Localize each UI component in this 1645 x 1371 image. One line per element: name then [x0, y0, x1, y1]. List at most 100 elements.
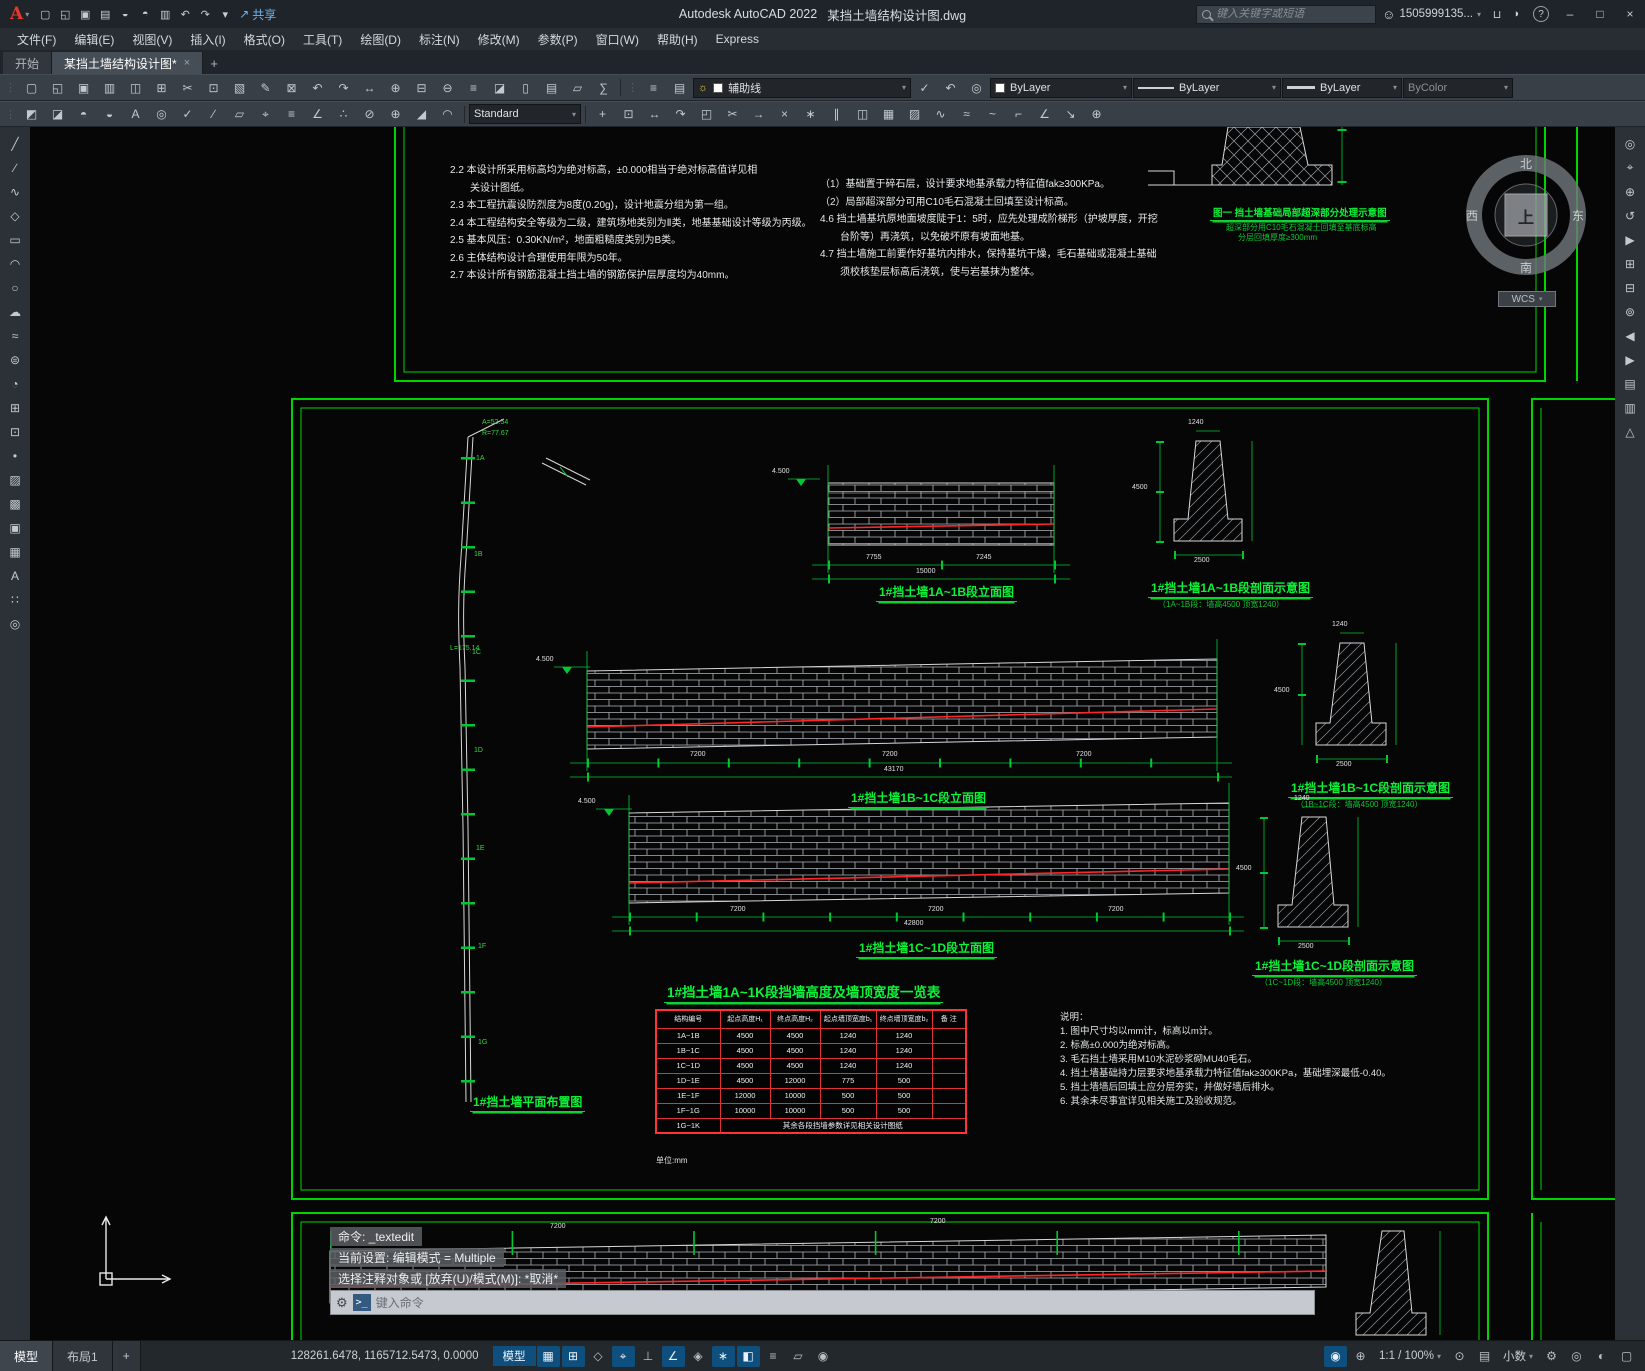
layer-dropdown[interactable]: ☼ 辅助线 ▾ — [693, 77, 911, 98]
array-icon[interactable]: ▦ — [876, 104, 901, 125]
orbit-icon[interactable]: ↺ — [1618, 205, 1642, 226]
explode-icon[interactable]: ∗ — [798, 104, 823, 125]
tab-model[interactable]: 模型 — [0, 1341, 54, 1371]
save-icon[interactable]: ▣ — [71, 77, 96, 98]
notification-icon[interactable]: ◗ — [1507, 4, 1527, 24]
close-tab-icon[interactable]: × — [184, 57, 190, 69]
selection-cycling-icon[interactable]: ◉ — [812, 1346, 835, 1367]
linetype-dropdown[interactable]: ByLayer ▾ — [1133, 77, 1281, 98]
chamfer-icon[interactable]: ◢ — [409, 104, 434, 125]
spline-edit-icon[interactable]: ~ — [980, 104, 1005, 125]
properties-icon[interactable]: ≡ — [461, 77, 486, 98]
paste-icon[interactable]: ▧ — [227, 77, 252, 98]
designcenter-icon[interactable]: ◪ — [487, 77, 512, 98]
viewcube-west-label[interactable]: 西 — [1466, 207, 1478, 224]
menu-item[interactable]: 参数(P) — [529, 31, 587, 48]
quickcalc-icon[interactable]: ∑ — [591, 77, 616, 98]
add-selected-icon[interactable]: ∷ — [3, 589, 27, 610]
leader-icon[interactable]: ↘ — [1058, 104, 1083, 125]
extend-icon[interactable]: → — [746, 104, 771, 125]
menu-item[interactable]: 视图(V) — [123, 31, 181, 48]
distance-icon[interactable]: ∕ — [201, 104, 226, 125]
line-icon[interactable]: ╱ — [3, 133, 27, 154]
menu-item[interactable]: 绘图(D) — [351, 31, 410, 48]
save-web-icon[interactable]: ◓ — [135, 4, 155, 24]
match-properties-icon[interactable]: ✎ — [253, 77, 278, 98]
command-bar[interactable]: ⚙ >_ — [330, 1290, 1315, 1315]
menu-item[interactable]: 修改(M) — [469, 31, 529, 48]
center-mark-icon[interactable]: ⊕ — [1084, 104, 1109, 125]
menu-item[interactable]: 插入(I) — [181, 31, 234, 48]
ellipse-arc-icon[interactable]: ◔ — [3, 373, 27, 394]
copy-icon[interactable]: ⊡ — [201, 77, 226, 98]
tab-layout1[interactable]: 布局1 — [53, 1341, 113, 1371]
maximize-button[interactable]: □ — [1585, 0, 1615, 28]
multiline-text-icon[interactable]: A — [3, 565, 27, 586]
menu-item[interactable]: 窗口(W) — [587, 31, 648, 48]
units-button[interactable]: 小数 ▾ — [1497, 1348, 1539, 1364]
named-views-icon[interactable]: ▤ — [1618, 373, 1642, 394]
qnew-icon[interactable]: ▢ — [19, 77, 44, 98]
zoom-previous-icon[interactable]: ⊖ — [435, 77, 460, 98]
workspace-switching-icon[interactable]: ⚙ — [1540, 1346, 1563, 1367]
region-icon[interactable]: ▣ — [3, 517, 27, 538]
layer-previous-icon[interactable]: ↶ — [938, 77, 963, 98]
pan-hand-icon[interactable]: ⌖ — [1618, 157, 1642, 178]
plot-icon[interactable]: ▥ — [97, 77, 122, 98]
polar-tracking-icon[interactable]: ∠ — [661, 1345, 685, 1367]
arc-icon[interactable]: ◠ — [3, 253, 27, 274]
draworder-under-icon[interactable]: ◒ — [97, 104, 122, 125]
lineweight-dropdown[interactable]: ByLayer ▾ — [1282, 77, 1402, 98]
revision-cloud-icon[interactable]: ☁ — [3, 301, 27, 322]
undo-icon[interactable]: ↶ — [175, 4, 195, 24]
isolate-objects-icon[interactable]: ◎ — [1565, 1346, 1588, 1367]
list-icon[interactable]: ≡ — [279, 104, 304, 125]
free-orbit-icon[interactable]: ⊚ — [1618, 301, 1642, 322]
share-button[interactable]: ↗ 共享 — [239, 6, 276, 23]
lineweight-display-icon[interactable]: ≡ — [762, 1346, 785, 1367]
new-tab-button[interactable]: + — [203, 52, 225, 74]
dim-angular-icon[interactable]: ∠ — [1032, 104, 1057, 125]
join-icon[interactable]: ⊕ — [383, 104, 408, 125]
layer-isolate-icon[interactable]: ◎ — [964, 77, 989, 98]
make-current-layer-icon[interactable]: ✓ — [912, 77, 937, 98]
plot-icon[interactable]: ▥ — [155, 4, 175, 24]
point-icon[interactable]: • — [3, 445, 27, 466]
stretch-icon[interactable]: ↔ — [642, 104, 667, 125]
layer-properties-icon[interactable]: ≡ — [641, 77, 666, 98]
zoom-window-icon[interactable]: ⊟ — [409, 77, 434, 98]
lock-ui-icon[interactable]: △ — [1618, 421, 1642, 442]
draworder-front-icon[interactable]: ◩ — [19, 104, 44, 125]
menu-item[interactable]: 标注(N) — [410, 31, 469, 48]
quick-properties-icon[interactable]: ▤ — [1473, 1346, 1496, 1367]
menu-item[interactable]: 编辑(E) — [65, 31, 123, 48]
object-snap-tracking-icon[interactable]: ∗ — [711, 1345, 735, 1367]
insert-block-icon[interactable]: ⊞ — [3, 397, 27, 418]
grid-icon[interactable]: ▦ — [536, 1345, 560, 1367]
open-icon[interactable]: ◱ — [55, 4, 75, 24]
minimize-button[interactable]: – — [1555, 0, 1585, 28]
object-snap-icon[interactable]: ◧ — [736, 1345, 760, 1367]
divide-icon[interactable]: ∴ — [331, 104, 356, 125]
navigation-wheel-icon[interactable]: ◎ — [1618, 133, 1642, 154]
menu-item[interactable]: Express — [707, 32, 768, 46]
gradient-icon[interactable]: ▩ — [3, 493, 27, 514]
account-button[interactable]: ☺ 1505999135... ▾ — [1382, 7, 1481, 22]
table-icon[interactable]: ▦ — [3, 541, 27, 562]
publish-icon[interactable]: ⊞ — [149, 77, 174, 98]
rotate-icon[interactable]: ↷ — [668, 104, 693, 125]
open-icon[interactable]: ◱ — [45, 77, 70, 98]
make-block-icon[interactable]: ⊡ — [3, 421, 27, 442]
scale-icon[interactable]: ◰ — [694, 104, 719, 125]
circle-icon[interactable]: ○ — [3, 277, 27, 298]
construction-line-icon[interactable]: ∕ — [3, 157, 27, 178]
offset-icon[interactable]: ∥ — [824, 104, 849, 125]
clean-screen-icon[interactable]: ▢ — [1615, 1346, 1638, 1367]
redo-icon[interactable]: ↷ — [195, 4, 215, 24]
erase-icon[interactable]: × — [772, 104, 797, 125]
hatch-icon[interactable]: ▨ — [3, 469, 27, 490]
ellipse-icon[interactable]: ⊜ — [3, 349, 27, 370]
draworder-back-icon[interactable]: ◪ — [45, 104, 70, 125]
command-input[interactable] — [375, 1295, 1309, 1310]
tool-palettes-icon[interactable]: ▯ — [513, 77, 538, 98]
